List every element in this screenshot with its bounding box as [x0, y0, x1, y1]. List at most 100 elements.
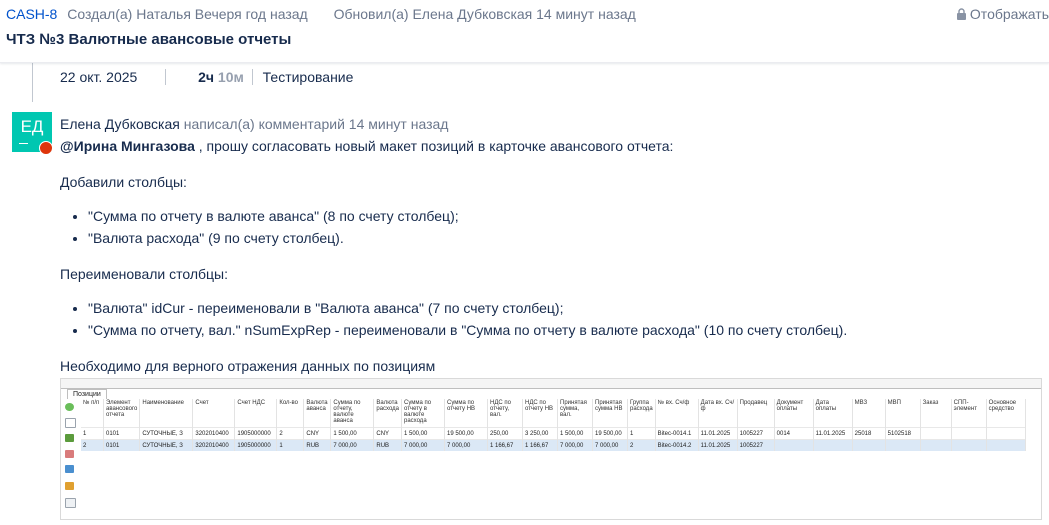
table-cell: 2 — [276, 427, 305, 440]
table-cell: СУТОЧНЫЕ, З — [139, 427, 194, 440]
trash-icon — [65, 434, 74, 442]
worklog-activity: Тестирование — [262, 69, 354, 85]
copy-icon — [65, 498, 76, 508]
column-header[interactable]: Продавец — [737, 399, 775, 428]
column-header[interactable]: Валюта аванса — [303, 399, 332, 428]
column-header[interactable]: СПП-элемент — [951, 399, 987, 428]
comment-header: Елена Дубковская написал(а) комментарий … — [60, 115, 1040, 133]
table-cell: 7 000,00 — [444, 439, 488, 451]
table-cell — [920, 427, 952, 440]
tab-positions: Позиции — [67, 389, 107, 399]
table-cell: 1 500,00 — [401, 427, 445, 440]
table-cell: 7 000,00 — [330, 439, 375, 451]
column-header[interactable]: Счет — [192, 399, 236, 428]
page-title: ЧТЗ №3 Валютные авансовые отчеты — [6, 31, 292, 48]
column-header[interactable]: Документ оплаты — [774, 399, 814, 428]
table-cell: 11.01.2025 — [813, 427, 853, 440]
column-header[interactable]: № вх. Сч/ф — [655, 399, 699, 428]
column-header[interactable]: Наименование — [139, 399, 194, 428]
table-cell: CNY — [373, 427, 402, 440]
column-header[interactable]: МВЗ — [852, 399, 886, 428]
worklog-entry: 22 окт. 2025 2ч 10м Тестирование — [60, 69, 353, 85]
table-cell — [920, 439, 952, 451]
list-item: "Сумма по отчету в валюте аванса" (8 по … — [88, 205, 1040, 227]
comment: Елена Дубковская написал(а) комментарий … — [60, 115, 1040, 375]
divider — [251, 69, 253, 85]
worklog-hours: 2ч — [198, 69, 215, 85]
table-cell — [986, 427, 1026, 440]
table-cell: 7 000,00 — [557, 439, 593, 451]
renamed-title: Переименовали столбцы: — [60, 266, 229, 282]
issue-key-link[interactable]: CASH-8 — [6, 6, 57, 22]
list-item: "Валюта расхода" (9 по счету столбец). — [88, 227, 1040, 249]
comment-author[interactable]: Елена Дубковская — [60, 116, 180, 132]
comment-intro: , прошу согласовать новый макет позиций … — [198, 138, 674, 154]
table-cell: 1905000000 — [234, 439, 278, 451]
column-header[interactable]: Группа расхода — [627, 399, 656, 428]
table-cell: 3202010400 — [192, 427, 236, 440]
table-cell: 0101 — [103, 427, 141, 440]
table-cell: 3 250,00 — [522, 427, 558, 440]
table-row[interactable]: 2 0101 СУТОЧНЫЕ, З 3202010400 1905000000 1 RUB… — [81, 439, 1026, 451]
added-list: "Сумма по отчету в валюте аванса" (8 по … — [60, 205, 1040, 249]
lock-icon — [956, 8, 966, 20]
display-options-button[interactable]: Отображать — [956, 6, 1049, 22]
avatar-initials: ЕД — [20, 117, 44, 136]
column-header[interactable]: МВП — [885, 399, 921, 428]
column-header[interactable]: Элемент авансового отчета — [103, 399, 141, 428]
table-cell: 1 166,67 — [522, 439, 558, 451]
table-cell: 250,00 — [487, 427, 523, 440]
divider — [165, 69, 167, 85]
table-cell: 11.01.2025 — [698, 439, 738, 451]
table-cell: RUB — [373, 439, 402, 451]
comment-action: написал(а) комментарий 14 минут назад — [183, 116, 449, 132]
table-cell: 7 000,00 — [592, 439, 628, 451]
column-header[interactable]: Дата вх. Сч/ф — [698, 399, 738, 428]
renamed-list: "Валюта" idCur - переименовали в "Валюта… — [60, 297, 1040, 341]
table-cell: СУТОЧНЫЕ, З — [139, 439, 194, 451]
table-row[interactable]: 1 0101 СУТОЧНЫЕ, З 3202010400 1905000000 2 CNY… — [81, 427, 1026, 440]
table-cell: 7 000,00 — [401, 439, 445, 451]
list-item: "Валюта" idCur - переименовали в "Валюта… — [88, 297, 1040, 319]
column-header[interactable]: Основное средство — [986, 399, 1026, 428]
worklog-date: 22 окт. 2025 — [60, 69, 138, 85]
refresh-icon — [65, 403, 74, 411]
attached-screenshot[interactable]: Позиции № п/п Элемент авансового отчета На… — [60, 378, 1042, 520]
updated-info: Обновил(а) Елена Дубковская 14 минут наз… — [333, 6, 636, 22]
table-cell: 1 166,67 — [487, 439, 523, 451]
table-cell: RUB — [303, 439, 332, 451]
column-header[interactable]: НДС по отчету НВ — [522, 399, 558, 428]
column-header[interactable]: Сумма по отчету в валюте расхода — [401, 399, 445, 428]
column-header[interactable]: Счет НДС — [234, 399, 278, 428]
column-header[interactable]: НДС по отчету, вал. — [487, 399, 523, 428]
created-info: Создал(а) Наталья Вечеря год назад — [67, 6, 308, 22]
table-cell: 3202010400 — [192, 439, 236, 451]
table-cell: 2 — [627, 439, 656, 451]
column-header[interactable]: Сумма по отчету НВ — [444, 399, 488, 428]
column-header[interactable]: Заказ — [920, 399, 952, 428]
table-cell: 0101 — [103, 439, 141, 451]
column-header[interactable]: № п/п — [81, 399, 104, 428]
list-item: "Сумма по отчету, вал." nSumExpRep - пер… — [88, 319, 1040, 341]
column-header[interactable]: Дата оплаты — [813, 399, 853, 428]
column-header[interactable]: Валюта расхода — [373, 399, 402, 428]
table-cell — [885, 439, 921, 451]
table-cell — [852, 439, 886, 451]
added-title: Добавили столбцы: — [60, 174, 187, 190]
column-header[interactable]: Принятая сумма НВ — [592, 399, 628, 428]
column-header[interactable]: Принятая сумма, вал. — [557, 399, 593, 428]
table-cell: 0014 — [774, 427, 814, 440]
table-cell: 25018 — [852, 427, 886, 440]
table-cell — [774, 439, 814, 451]
column-header[interactable]: Сумма по отчету, валюте аванса — [330, 399, 375, 428]
issue-header: CASH-8 Создал(а) Наталья Вечеря год наза… — [0, 0, 1049, 63]
comment-footer: Необходимо для верного отражения данных … — [60, 358, 436, 374]
table-cell: 19 500,00 — [444, 427, 488, 440]
table-cell: 2 — [81, 439, 104, 451]
table-cell: Bitec-0014.1 — [655, 427, 699, 440]
column-header[interactable]: Кол-во — [276, 399, 305, 428]
table-cell: 1 — [81, 427, 104, 440]
mention-link[interactable]: @Ирина Мингазова — [60, 138, 195, 154]
thread-line — [32, 62, 33, 102]
table-cell — [951, 427, 987, 440]
